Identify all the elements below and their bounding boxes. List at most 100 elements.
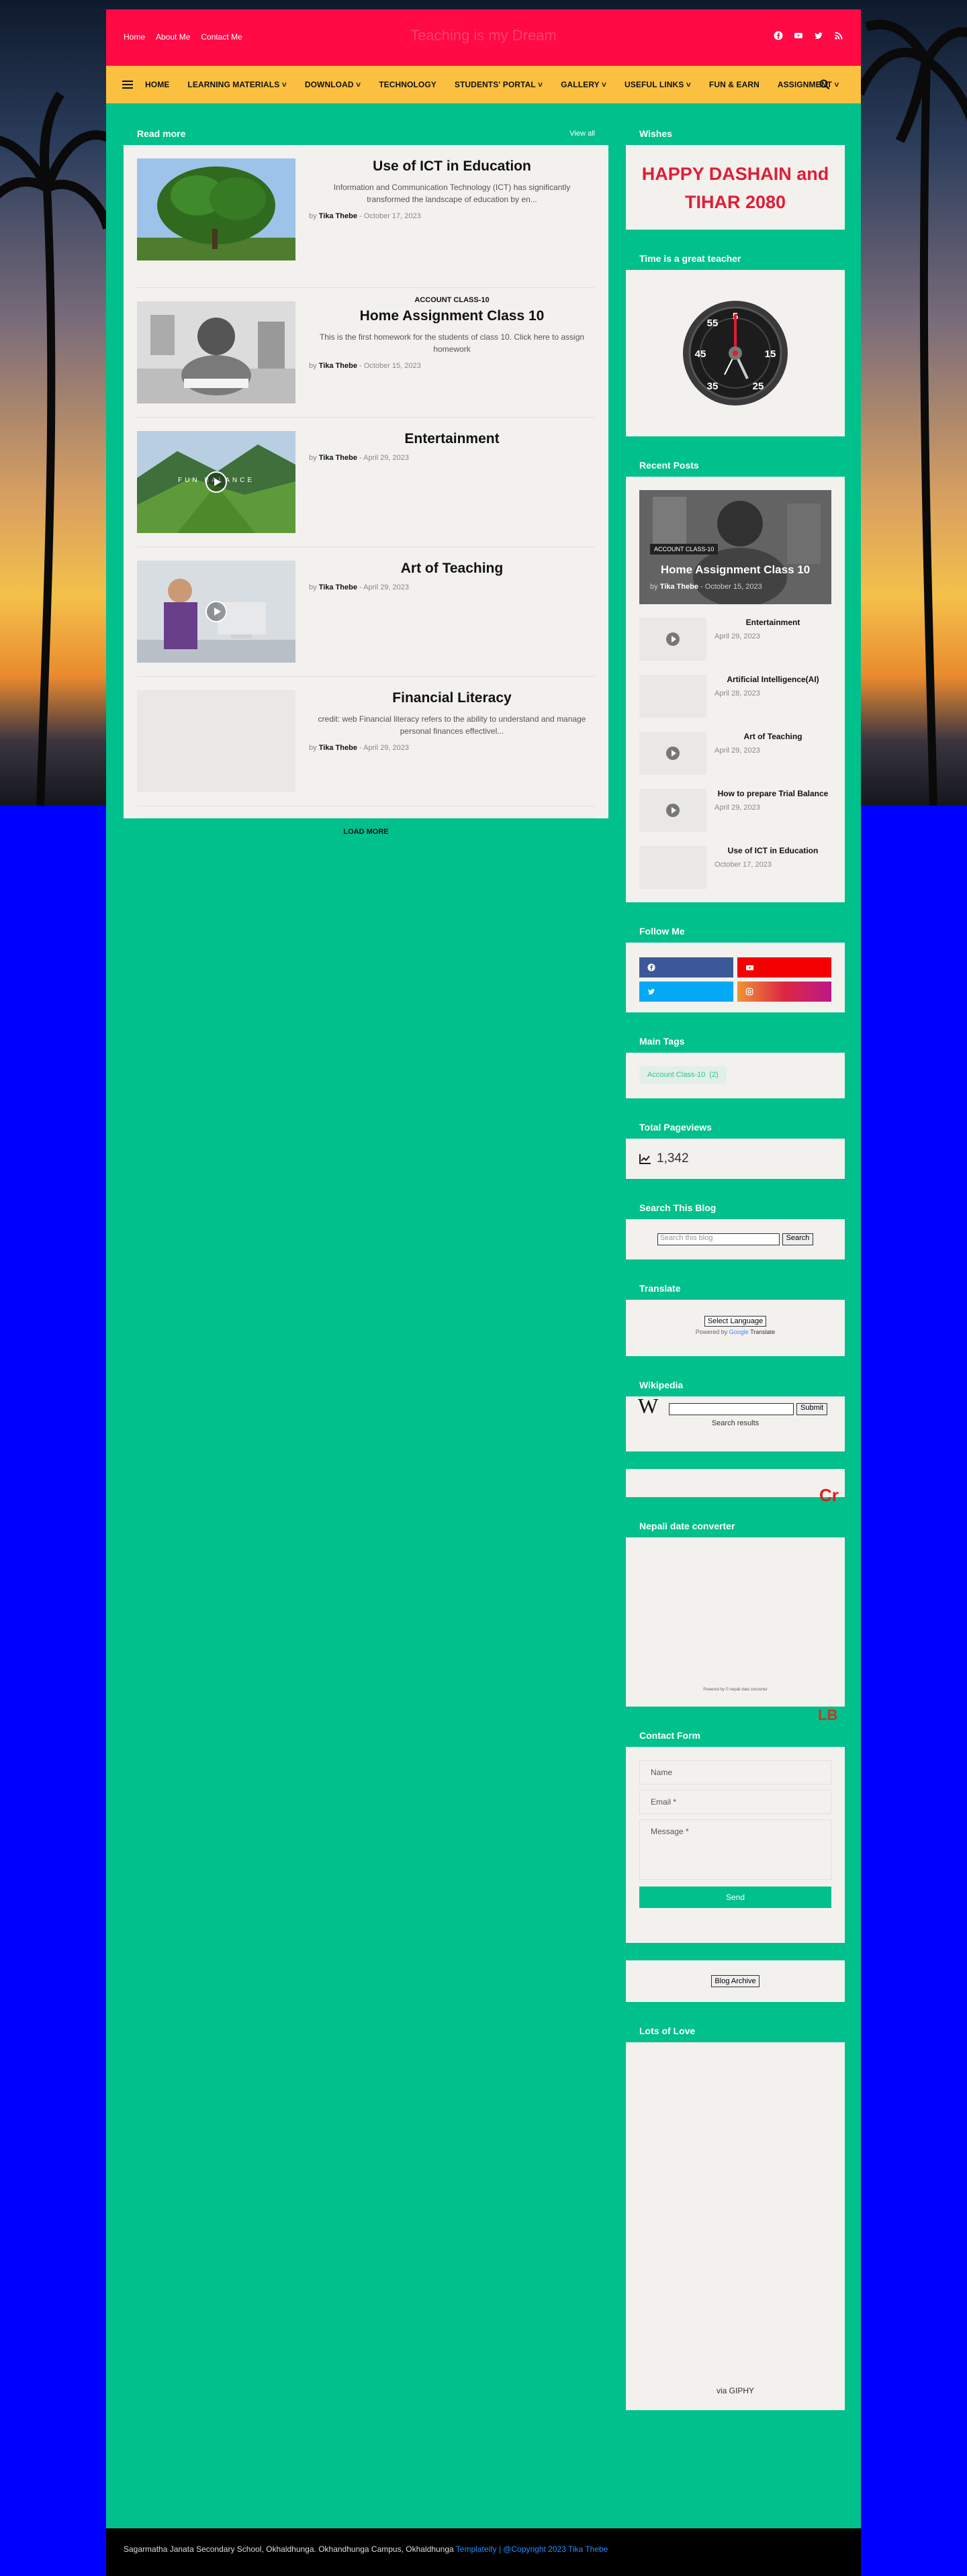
facebook-follow-button[interactable]	[639, 957, 733, 977]
recent-post-featured[interactable]: ACCOUNT CLASS-10 Home Assignment Class 1…	[639, 490, 831, 604]
search-icon[interactable]	[819, 79, 830, 90]
post-snippet: credit: web Financial literacy refers to…	[318, 714, 586, 736]
analog-clock: 5 55 45 15 35 25	[683, 301, 788, 406]
play-icon[interactable]	[205, 471, 227, 493]
copyright-link[interactable]: | @Copyright 2023 Tika Thebe	[499, 2544, 608, 2554]
recent-date: April 29, 2023	[715, 804, 760, 812]
via-giphy-link[interactable]: via GIPHY	[626, 2386, 845, 2395]
post-date: - April 29, 2023	[359, 744, 410, 752]
widget-title: Follow Me	[639, 926, 685, 937]
post-meta: by Tika Thebe - April 29, 2023	[309, 583, 410, 591]
post-thumbnail[interactable]	[137, 561, 295, 663]
menu-item-learning-materials[interactable]: LEARNING MATERIALS ˅	[187, 80, 286, 89]
contact-send-button[interactable]: Send	[639, 1887, 831, 1908]
post-meta: by Tika Thebe - October 17, 2023	[309, 212, 421, 220]
main-menu: HOME LEARNING MATERIALS ˅ DOWNLOAD ˅ TEC…	[106, 66, 861, 103]
post-label[interactable]: ACCOUNT CLASS-10	[309, 296, 595, 304]
play-icon	[666, 747, 680, 760]
view-all-link[interactable]: View all	[569, 130, 595, 138]
load-more-button[interactable]: LOAD MORE	[137, 818, 595, 836]
contact-email-field[interactable]: Email *	[639, 1790, 831, 1814]
post-author[interactable]: Tika Thebe	[319, 583, 357, 591]
post-title[interactable]: Entertainment	[309, 431, 595, 447]
youtube-icon[interactable]	[794, 31, 803, 40]
wikipedia-results-label: Search results	[711, 1419, 759, 1427]
recent-post-item[interactable]: Artificial Intelligence(AI) April 28, 202…	[639, 661, 831, 718]
post-author[interactable]: Tika Thebe	[319, 744, 357, 752]
recent-title[interactable]: Artificial Intelligence(AI)	[715, 675, 831, 684]
recent-title[interactable]: Use of ICT in Education	[715, 846, 831, 855]
menu-item-useful-links[interactable]: USEFUL LINKS ˅	[625, 80, 691, 89]
youtube-follow-button[interactable]	[737, 957, 831, 977]
recent-thumbnail[interactable]	[639, 846, 706, 889]
post-thumbnail[interactable]	[137, 301, 295, 403]
recent-post-item[interactable]: How to prepare Trial Balance April 29, 20…	[639, 775, 831, 832]
site-title[interactable]: Teaching is my Dream	[106, 27, 861, 44]
blog-search-input[interactable]: Search this blog	[657, 1233, 780, 1245]
post-item: ACCOUNT CLASS-10 Home Assignment Class 1…	[137, 288, 595, 418]
blog-search-button[interactable]: Search	[782, 1233, 814, 1245]
recent-date: April 29, 2023	[715, 632, 760, 640]
blog-archive-button[interactable]: Blog Archive	[711, 1975, 759, 1987]
recent-post-title[interactable]: Home Assignment Class 10	[639, 563, 831, 577]
play-icon	[666, 632, 680, 646]
recent-date: April 29, 2023	[715, 747, 760, 755]
wikipedia-submit-button[interactable]: Submit	[796, 1403, 828, 1415]
floating-text-cr: Cr	[819, 1485, 839, 1505]
menu-icon[interactable]	[122, 81, 133, 89]
menu-item-home[interactable]: HOME	[145, 80, 169, 89]
post-title[interactable]: Art of Teaching	[309, 561, 595, 577]
post-title[interactable]: Home Assignment Class 10	[309, 308, 595, 324]
menu-item-gallery[interactable]: GALLERY ˅	[561, 80, 606, 89]
converter-credit[interactable]: Powered by © nepali date converter	[626, 1688, 845, 1692]
menu-item-download[interactable]: DOWNLOAD ˅	[305, 80, 361, 89]
tag-chip[interactable]: Account Class-10 (2)	[639, 1066, 727, 1084]
post-item: FUN BALANCE Entertainment by Tika Thebe …	[137, 418, 595, 547]
post-title[interactable]: Financial Literacy	[309, 690, 595, 706]
post-title[interactable]: Use of ICT in Education	[309, 158, 595, 175]
post-snippet: Information and Communication Technology…	[333, 183, 571, 204]
menu-item-technology[interactable]: TECHNOLOGY	[379, 80, 436, 89]
recent-thumbnail[interactable]	[639, 618, 706, 661]
menu-item-fun-earn[interactable]: FUN & EARN	[709, 80, 759, 89]
recent-post-item[interactable]: Use of ICT in Education October 17, 2023	[639, 832, 831, 890]
recent-thumbnail[interactable]	[639, 789, 706, 832]
recent-title[interactable]: Entertainment	[715, 618, 831, 627]
post-thumbnail[interactable]	[137, 158, 295, 260]
recent-post-item[interactable]: Art of Teaching April 29, 2023	[639, 718, 831, 775]
post-author[interactable]: Tika Thebe	[319, 454, 357, 462]
contact-name-field[interactable]: Name	[639, 1760, 831, 1784]
rss-icon[interactable]	[834, 31, 843, 40]
clock-widget: 5 55 45 15 35 25	[626, 270, 845, 436]
contact-message-field[interactable]: Message *	[639, 1819, 831, 1880]
chart-icon	[639, 1154, 651, 1164]
recent-title[interactable]: Art of Teaching	[715, 732, 831, 741]
post-author[interactable]: Tika Thebe	[319, 362, 357, 370]
twitter-icon[interactable]	[814, 31, 823, 40]
recent-title[interactable]: How to prepare Trial Balance	[715, 789, 831, 798]
recent-thumbnail[interactable]	[639, 675, 706, 718]
recent-post-item[interactable]: Entertainment April 29, 2023	[639, 604, 831, 661]
post-thumbnail[interactable]: FUN BALANCE	[137, 431, 295, 533]
instagram-follow-button[interactable]	[737, 982, 831, 1002]
wishes-text-line2: TIHAR 2080	[684, 192, 786, 212]
main-column: Read more View all Use of ICT in Educati…	[124, 122, 608, 836]
widget-title: Main Tags	[639, 1036, 685, 1047]
post-author[interactable]: Tika Thebe	[319, 212, 357, 220]
language-select[interactable]: Select Language	[704, 1316, 767, 1327]
translate-widget: Select Language Powered by Google Transl…	[626, 1300, 845, 1356]
facebook-icon[interactable]	[774, 31, 783, 40]
recent-thumbnail[interactable]	[639, 732, 706, 775]
post-thumbnail[interactable]	[137, 690, 295, 792]
read-more-header: Read more View all	[124, 122, 608, 145]
clock-number: 55	[707, 318, 719, 329]
post-item: Use of ICT in Education Information and …	[137, 158, 595, 288]
twitter-follow-button[interactable]	[639, 982, 733, 1002]
search-widget: Search this blog Search	[626, 1219, 845, 1259]
recent-post-label[interactable]: ACCOUNT CLASS-10	[650, 544, 719, 555]
templateify-link[interactable]: Templateify	[456, 2544, 497, 2554]
play-icon[interactable]	[205, 601, 227, 622]
twitter-icon	[647, 989, 655, 995]
menu-item-students-portal[interactable]: STUDENTS' PORTAL ˅	[455, 80, 543, 89]
wikipedia-search-input[interactable]	[669, 1403, 794, 1415]
